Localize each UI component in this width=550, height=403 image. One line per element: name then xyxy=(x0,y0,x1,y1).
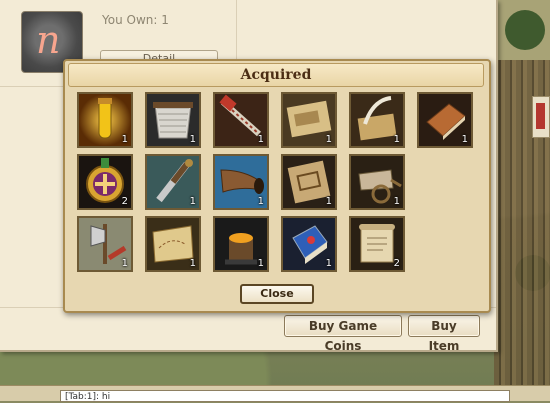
item-count: 1 xyxy=(257,258,264,269)
item-count: 2 xyxy=(393,258,400,269)
item-slot-war-horn[interactable]: 1 xyxy=(213,154,269,210)
chat-input[interactable]: [Tab:1]: hi xyxy=(60,390,510,402)
item-slot-dagger[interactable]: 1 xyxy=(145,154,201,210)
item-count: 1 xyxy=(325,134,332,145)
item-slot-blueprint-scroll[interactable]: 1 xyxy=(281,92,337,148)
item-slot-handcart[interactable]: 1 xyxy=(349,154,405,210)
item-count: 1 xyxy=(325,258,332,269)
side-menu-icon[interactable] xyxy=(532,96,550,138)
rune-icon: n xyxy=(36,18,61,62)
item-slot-hand-saw[interactable]: 1 xyxy=(213,92,269,148)
item-slot-quill-and-parchment[interactable]: 1 xyxy=(349,92,405,148)
you-own-label: You Own: 1 xyxy=(102,13,169,27)
item-count: 1 xyxy=(461,134,468,145)
item-slot-blue-tome[interactable]: 1 xyxy=(281,216,337,272)
buy-item-button[interactable]: Buy Item xyxy=(408,315,480,353)
item-slot-elixir-vial[interactable]: 1 xyxy=(77,92,133,148)
item-slot-building-plan[interactable]: 1 xyxy=(281,154,337,210)
item-slot-medal-pendant[interactable]: 2 xyxy=(77,154,133,210)
item-count: 2 xyxy=(121,196,128,207)
item-slot-treasure-map[interactable]: 1 xyxy=(145,216,201,272)
item-count: 1 xyxy=(325,196,332,207)
item-count: 1 xyxy=(121,134,128,145)
item-count: 1 xyxy=(393,134,400,145)
item-count: 1 xyxy=(189,196,196,207)
item-count: 1 xyxy=(393,196,400,207)
item-slot-chainmail-armor[interactable]: 1 xyxy=(145,92,201,148)
buy-game-coins-button[interactable]: Buy Game Coins xyxy=(284,315,402,353)
item-count: 1 xyxy=(257,196,264,207)
item-slot-parchment-scroll[interactable]: 2 xyxy=(349,216,405,272)
tree xyxy=(505,10,545,50)
item-slot-forge-anvil[interactable]: 1 xyxy=(213,216,269,272)
item-slot-axe-and-map[interactable]: 1 xyxy=(77,216,133,272)
dialog-title: Acquired xyxy=(68,63,484,87)
close-button[interactable]: Close xyxy=(240,284,314,304)
item-count: 1 xyxy=(189,258,196,269)
item-count: 1 xyxy=(121,258,128,269)
item-count: 1 xyxy=(257,134,264,145)
item-slot-leather-book[interactable]: 1 xyxy=(417,92,473,148)
item-count: 1 xyxy=(189,134,196,145)
acquired-dialog: Acquired 1 1 1 1 1 1 2 1 1 1 1 1 1 1 1 2… xyxy=(63,59,491,313)
